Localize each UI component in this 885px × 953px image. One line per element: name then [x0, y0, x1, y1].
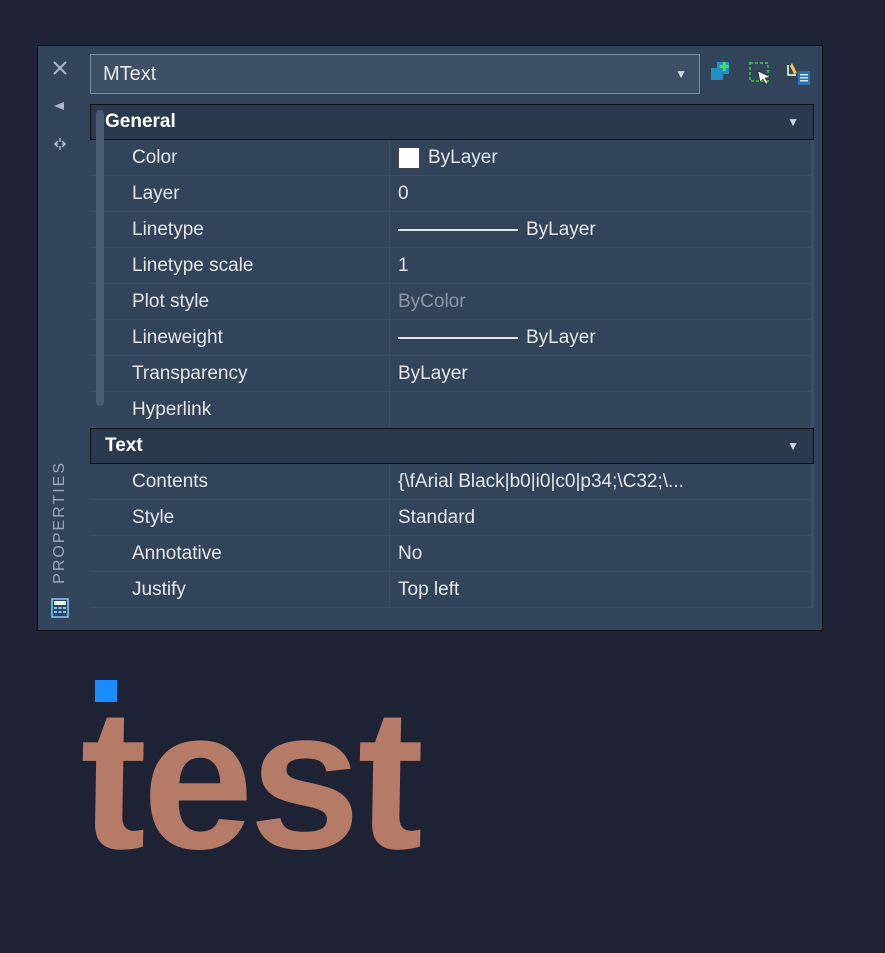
prop-row-plotstyle: Plot style ByColor	[90, 284, 814, 320]
prop-value-text: {\fArial Black|b0|i0|c0|p34;\C32;\...	[398, 471, 684, 493]
properties-palette: PROPERTIES MText ▼	[37, 45, 823, 631]
prop-label: Linetype	[90, 212, 390, 247]
prop-value-text: ByLayer	[526, 327, 596, 349]
autohide-icon[interactable]	[50, 96, 70, 116]
group-header-general[interactable]: General ▼	[90, 104, 814, 140]
prop-value-text: 1	[398, 255, 409, 277]
prop-value-linetype[interactable]: ByLayer	[390, 212, 814, 247]
prop-row-layer: Layer 0	[90, 176, 814, 212]
prop-label: Layer	[90, 176, 390, 211]
prop-row-style: Style Standard	[90, 500, 814, 536]
object-type-selector[interactable]: MText ▼	[90, 54, 700, 94]
top-row: MText ▼	[90, 54, 814, 94]
prop-row-justify: Justify Top left	[90, 572, 814, 608]
scroll-thumb[interactable]	[96, 110, 104, 406]
prop-label: Contents	[90, 464, 390, 499]
prop-value-text: 0	[398, 183, 409, 205]
pickadd-icon[interactable]	[708, 59, 738, 89]
prop-value-text: ByLayer	[428, 147, 498, 169]
close-icon[interactable]	[50, 58, 70, 78]
prop-label: Hyperlink	[90, 392, 390, 427]
palette-sidebar: PROPERTIES	[38, 46, 82, 630]
quickcalc-icon[interactable]	[50, 598, 70, 618]
select-objects-icon[interactable]	[746, 59, 776, 89]
quick-select-icon[interactable]	[784, 59, 814, 89]
prop-value-hyperlink[interactable]	[390, 392, 814, 427]
object-type-label: MText	[103, 63, 156, 86]
prop-label: Style	[90, 500, 390, 535]
prop-value-style[interactable]: Standard	[390, 500, 814, 535]
chevron-down-icon: ▼	[787, 439, 799, 453]
prop-label: Annotative	[90, 536, 390, 571]
prop-label: Color	[90, 140, 390, 175]
prop-value-justify[interactable]: Top left	[390, 572, 814, 607]
chevron-down-icon: ▼	[675, 67, 687, 81]
palette-body: MText ▼	[82, 46, 822, 630]
prop-row-lineweight: Lineweight ByLayer	[90, 320, 814, 356]
prop-value-text: Top left	[398, 579, 459, 601]
prop-row-color: Color ByLayer	[90, 140, 814, 176]
prop-row-hyperlink: Hyperlink	[90, 392, 814, 428]
prop-row-linetype: Linetype ByLayer	[90, 212, 814, 248]
prop-label: Lineweight	[90, 320, 390, 355]
palette-title: PROPERTIES	[51, 461, 69, 584]
prop-value-lineweight[interactable]: ByLayer	[390, 320, 814, 355]
prop-value-text: No	[398, 543, 422, 565]
color-swatch	[398, 147, 420, 169]
group-header-text[interactable]: Text ▼	[90, 428, 814, 464]
group-title: General	[105, 111, 176, 133]
prop-value-text: ByLayer	[526, 219, 596, 241]
mtext-object[interactable]: test	[78, 690, 421, 870]
property-groups: General ▼ Color ByLayer Layer 0 Linetype	[90, 104, 814, 630]
prop-row-transparency: Transparency ByLayer	[90, 356, 814, 392]
chevron-down-icon: ▼	[787, 115, 799, 129]
prop-value-color[interactable]: ByLayer	[390, 140, 814, 175]
prop-row-contents: Contents {\fArial Black|b0|i0|c0|p34;\C3…	[90, 464, 814, 500]
prop-label: Transparency	[90, 356, 390, 391]
linetype-preview	[398, 229, 518, 231]
prop-value-annotative[interactable]: No	[390, 536, 814, 571]
prop-label: Linetype scale	[90, 248, 390, 283]
prop-value-plotstyle: ByColor	[390, 284, 814, 319]
prop-value-contents[interactable]: {\fArial Black|b0|i0|c0|p34;\C32;\...	[390, 464, 814, 499]
prop-row-ltscale: Linetype scale 1	[90, 248, 814, 284]
prop-value-text: ByLayer	[398, 363, 468, 385]
prop-value-transparency[interactable]: ByLayer	[390, 356, 814, 391]
prop-value-text: Standard	[398, 507, 475, 529]
prop-value-ltscale[interactable]: 1	[390, 248, 814, 283]
prop-value-text: ByColor	[398, 291, 466, 313]
prop-label: Plot style	[90, 284, 390, 319]
prop-label: Justify	[90, 572, 390, 607]
settings-icon[interactable]	[50, 134, 70, 154]
prop-row-annotative: Annotative No	[90, 536, 814, 572]
group-title: Text	[105, 435, 143, 457]
prop-value-layer[interactable]: 0	[390, 176, 814, 211]
lineweight-preview	[398, 337, 518, 339]
